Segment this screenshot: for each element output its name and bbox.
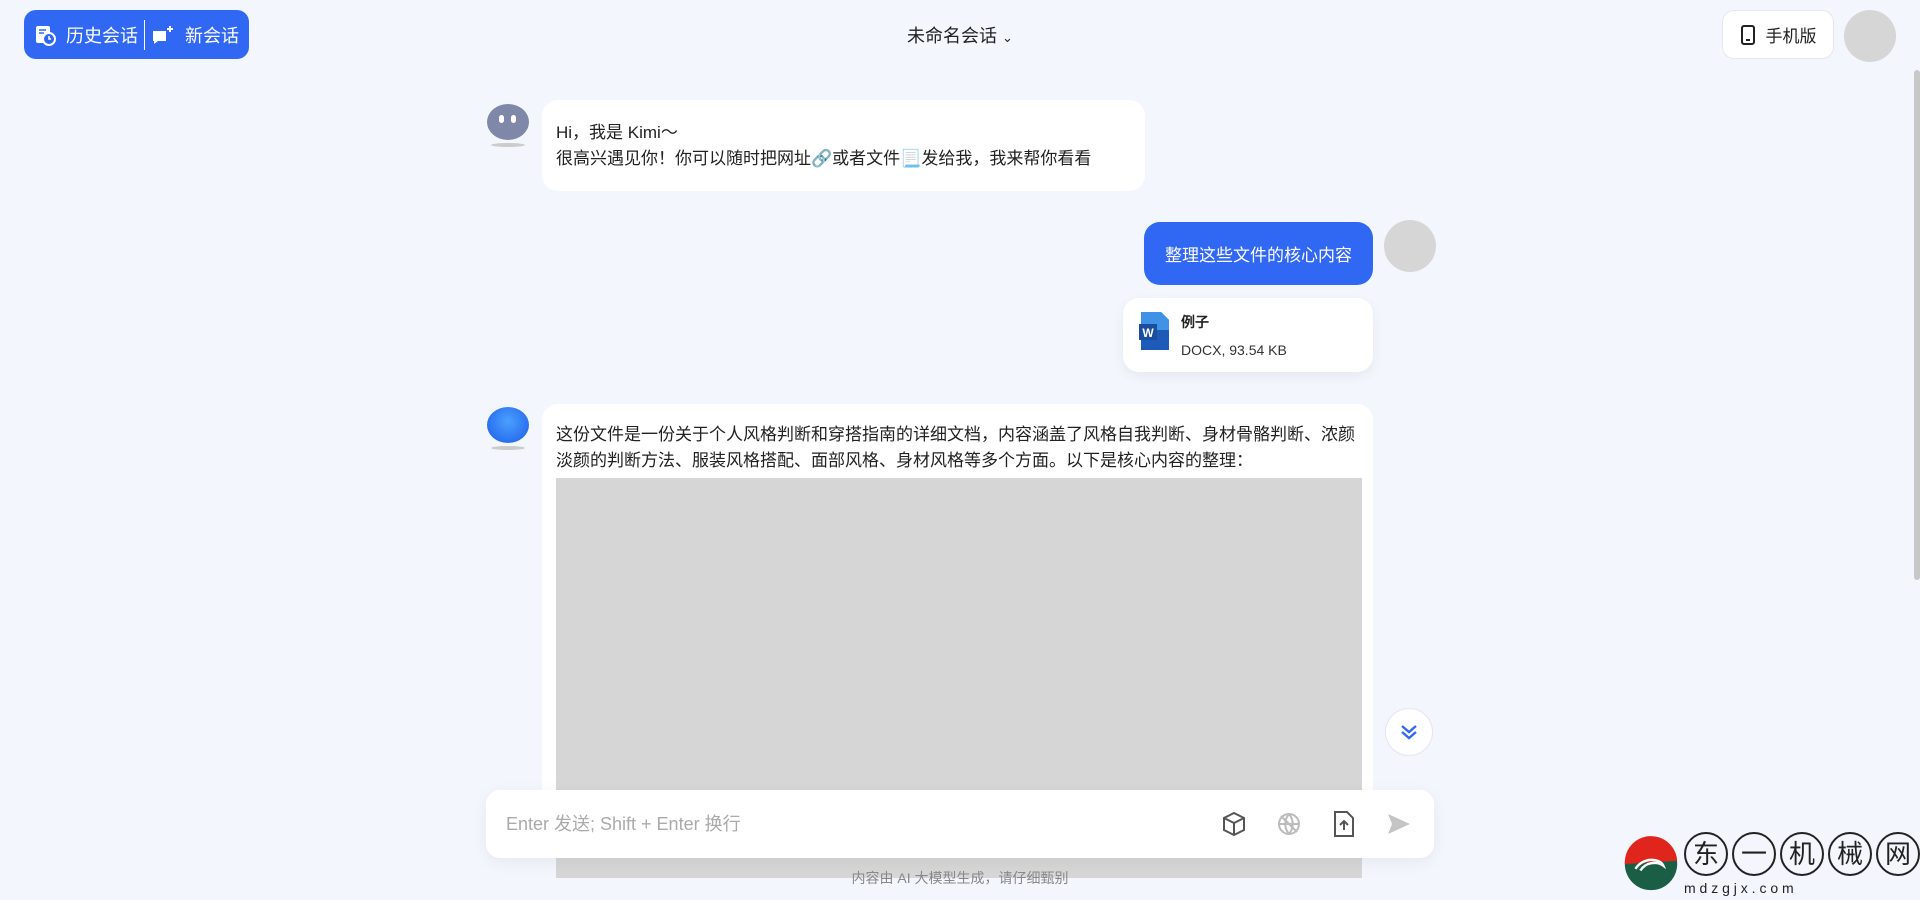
chat-input-bar <box>486 790 1434 858</box>
user-message-avatar <box>1384 220 1436 272</box>
user-avatar[interactable] <box>1844 10 1896 62</box>
upload-file-icon <box>1334 811 1354 837</box>
send-button[interactable] <box>1384 809 1414 839</box>
assistant-message: Hi，我是 Kimi～ 很高兴遇见你！你可以随时把网址🔗或者文件📃发给我，我来帮… <box>542 100 1145 191</box>
message-text: 这份文件是一份关于个人风格判断和穿搭指南的详细文档，内容涵盖了风格自我判断、身材… <box>556 425 1355 470</box>
kimi-avatar <box>487 104 529 148</box>
file-name: 例子 <box>1181 314 1209 330</box>
scroll-to-bottom-button[interactable] <box>1385 708 1433 756</box>
scrollbar[interactable] <box>1914 70 1920 580</box>
watermark-emblem <box>1624 836 1678 891</box>
message-input[interactable] <box>506 813 1194 835</box>
mobile-version-button[interactable]: 手机版 <box>1722 10 1834 59</box>
globe-icon <box>1278 813 1300 835</box>
cube-icon <box>1223 811 1245 837</box>
message-line: 很高兴遇见你！你可以随时把网址🔗或者文件📃发给我，我来帮你看看 <box>556 149 1092 168</box>
cube-button[interactable] <box>1219 809 1249 839</box>
watermark-logo: 东一机械网 m d z g j x . c o m <box>1624 829 1920 899</box>
title-text: 未命名会话 <box>907 26 998 46</box>
watermark-text: 东一机械网 <box>1684 832 1920 876</box>
word-file-icon: W <box>1139 312 1169 350</box>
double-chevron-down-icon <box>1401 725 1417 740</box>
file-attachment[interactable]: W 例子 DOCX, 93.54 KB <box>1123 298 1373 372</box>
send-icon <box>1388 814 1410 834</box>
kimi-avatar <box>487 407 529 451</box>
file-meta: DOCX, 93.54 KB <box>1181 342 1287 358</box>
watermark-domain: m d z g j x . c o m <box>1684 880 1794 896</box>
phone-icon <box>1740 24 1755 45</box>
watermark-chars: 东一机械网 <box>1693 839 1920 869</box>
web-search-button[interactable] <box>1274 809 1304 839</box>
assistant-message: 这份文件是一份关于个人风格判断和穿搭指南的详细文档，内容涵盖了风格自我判断、身材… <box>542 404 1373 878</box>
upload-file-button[interactable] <box>1329 809 1359 839</box>
mobile-label: 手机版 <box>1765 27 1817 46</box>
svg-text:W: W <box>1142 326 1154 340</box>
message-text: 整理这些文件的核心内容 <box>1165 246 1352 265</box>
message-line: Hi，我是 Kimi～ <box>556 123 678 142</box>
chevron-down-icon: ⌄ <box>1002 30 1013 45</box>
conversation-title[interactable]: 未命名会话 ⌄ <box>0 22 1920 48</box>
user-message: 整理这些文件的核心内容 <box>1144 222 1373 285</box>
